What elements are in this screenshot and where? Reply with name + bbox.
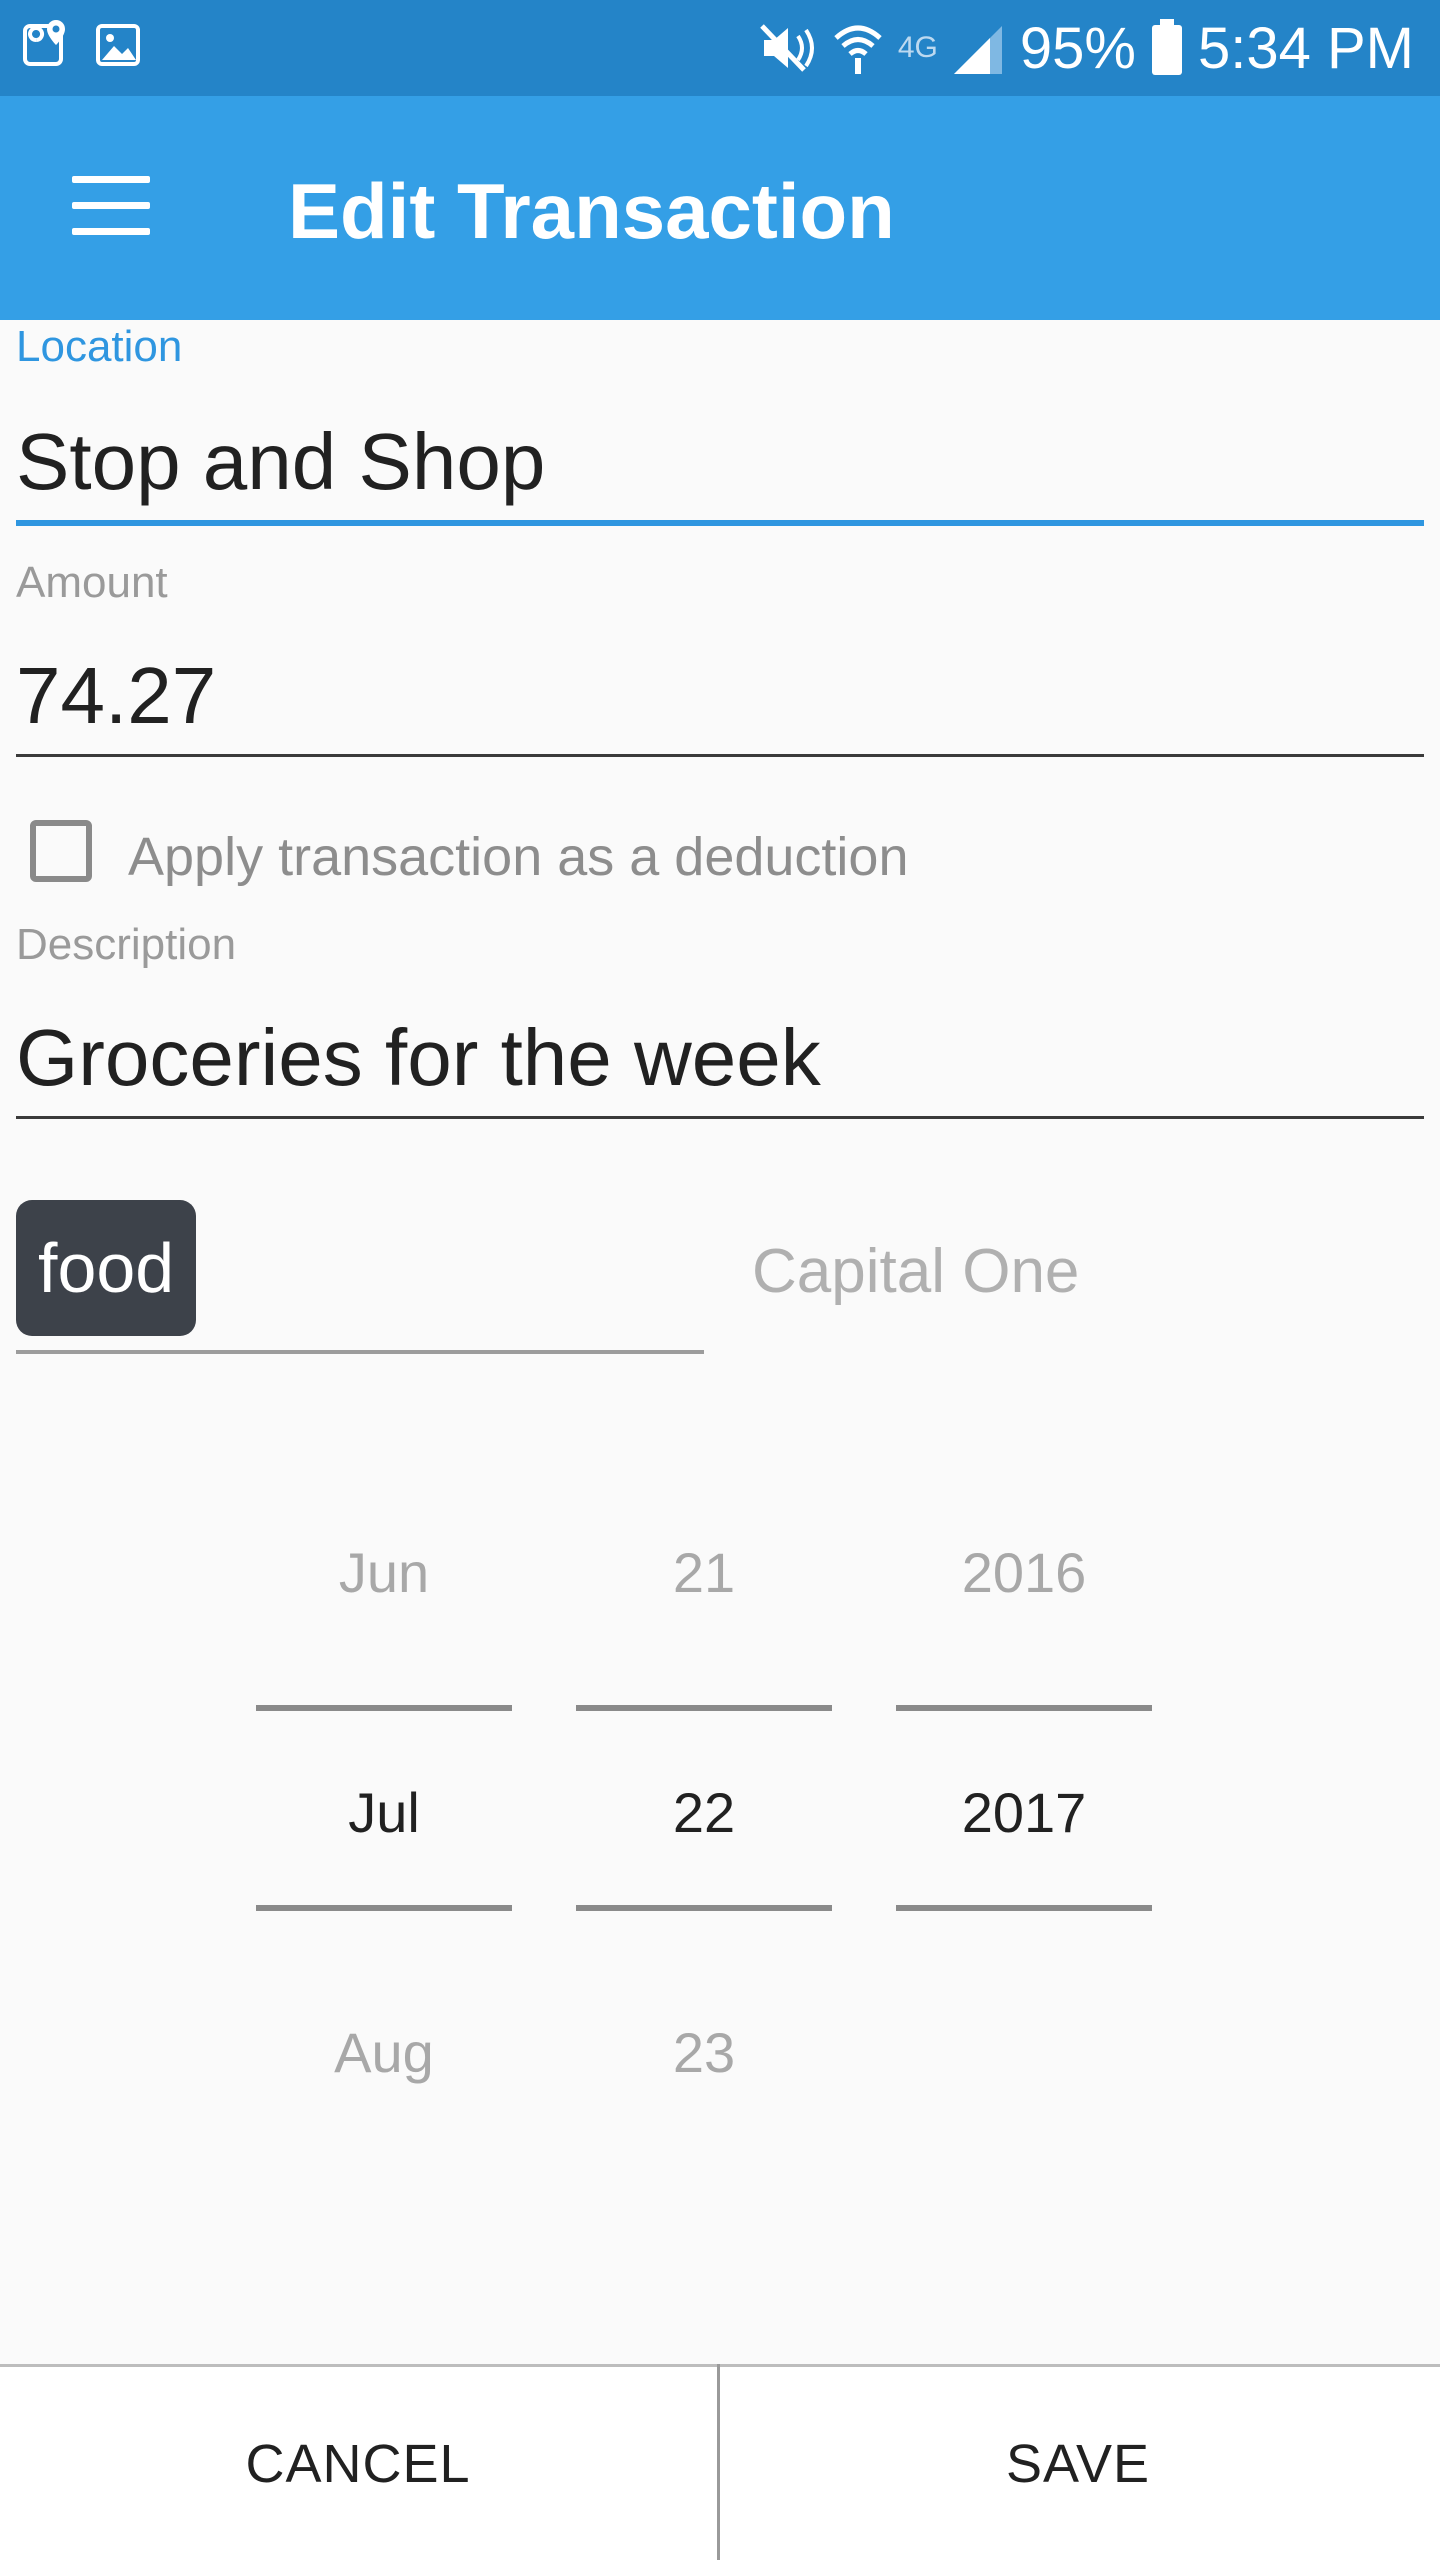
month-picker[interactable]: Jun Jul Aug (256, 1480, 512, 2140)
tag-input-underline[interactable] (16, 1350, 704, 1354)
description-label: Description (16, 920, 237, 969)
amount-field[interactable] (16, 646, 1424, 746)
location-label: Location (16, 322, 183, 371)
day-divider-bottom (576, 1905, 832, 1911)
maps-icon (23, 20, 65, 66)
year-divider-top (896, 1705, 1152, 1711)
battery-percent: 95% (1019, 15, 1136, 81)
mute-icon (760, 24, 814, 72)
location-field[interactable] (16, 412, 1424, 512)
year-selected[interactable]: 2017 (896, 1780, 1152, 1845)
month-selected[interactable]: Jul (256, 1780, 512, 1845)
day-prev[interactable]: 21 (576, 1540, 832, 1605)
bottom-action-bar: CANCEL SAVE (0, 2364, 1440, 2560)
day-next[interactable]: 23 (576, 2020, 832, 2085)
month-next[interactable]: Aug (256, 2020, 512, 2085)
year-prev[interactable]: 2016 (896, 1540, 1152, 1605)
month-divider-top (256, 1705, 512, 1711)
description-field[interactable] (16, 1008, 1424, 1108)
description-underline (16, 1116, 1424, 1119)
signal-icon (953, 26, 1002, 74)
gallery-icon (96, 24, 140, 66)
battery-icon (1152, 19, 1182, 75)
amount-label: Amount (16, 558, 168, 607)
day-picker[interactable]: 21 22 23 (576, 1480, 832, 2140)
page-title: Edit Transaction (288, 167, 895, 255)
day-selected[interactable]: 22 (576, 1780, 832, 1845)
amount-underline (16, 754, 1424, 757)
year-picker[interactable]: 2016 2017 (896, 1480, 1152, 2140)
day-divider-top (576, 1705, 832, 1711)
lte-indicator: 4G (897, 31, 938, 64)
clock: 5:34 PM (1198, 15, 1414, 81)
location-underline (16, 520, 1424, 526)
menu-icon[interactable] (72, 176, 150, 236)
month-divider-bottom (256, 1905, 512, 1911)
account-select[interactable]: Capital One (752, 1236, 1079, 1307)
year-divider-bottom (896, 1905, 1152, 1911)
deduction-checkbox[interactable] (30, 820, 92, 882)
wifi-icon (834, 25, 882, 74)
month-prev[interactable]: Jun (256, 1540, 512, 1605)
app-bar: Edit Transaction (0, 96, 1440, 320)
tag-chip[interactable]: food (16, 1200, 197, 1336)
status-bar: 4G 95% 5:34 PM (0, 0, 1440, 96)
save-button[interactable]: SAVE (720, 2367, 1436, 2560)
cancel-button[interactable]: CANCEL (0, 2367, 716, 2560)
deduction-label[interactable]: Apply transaction as a deduction (128, 826, 909, 888)
